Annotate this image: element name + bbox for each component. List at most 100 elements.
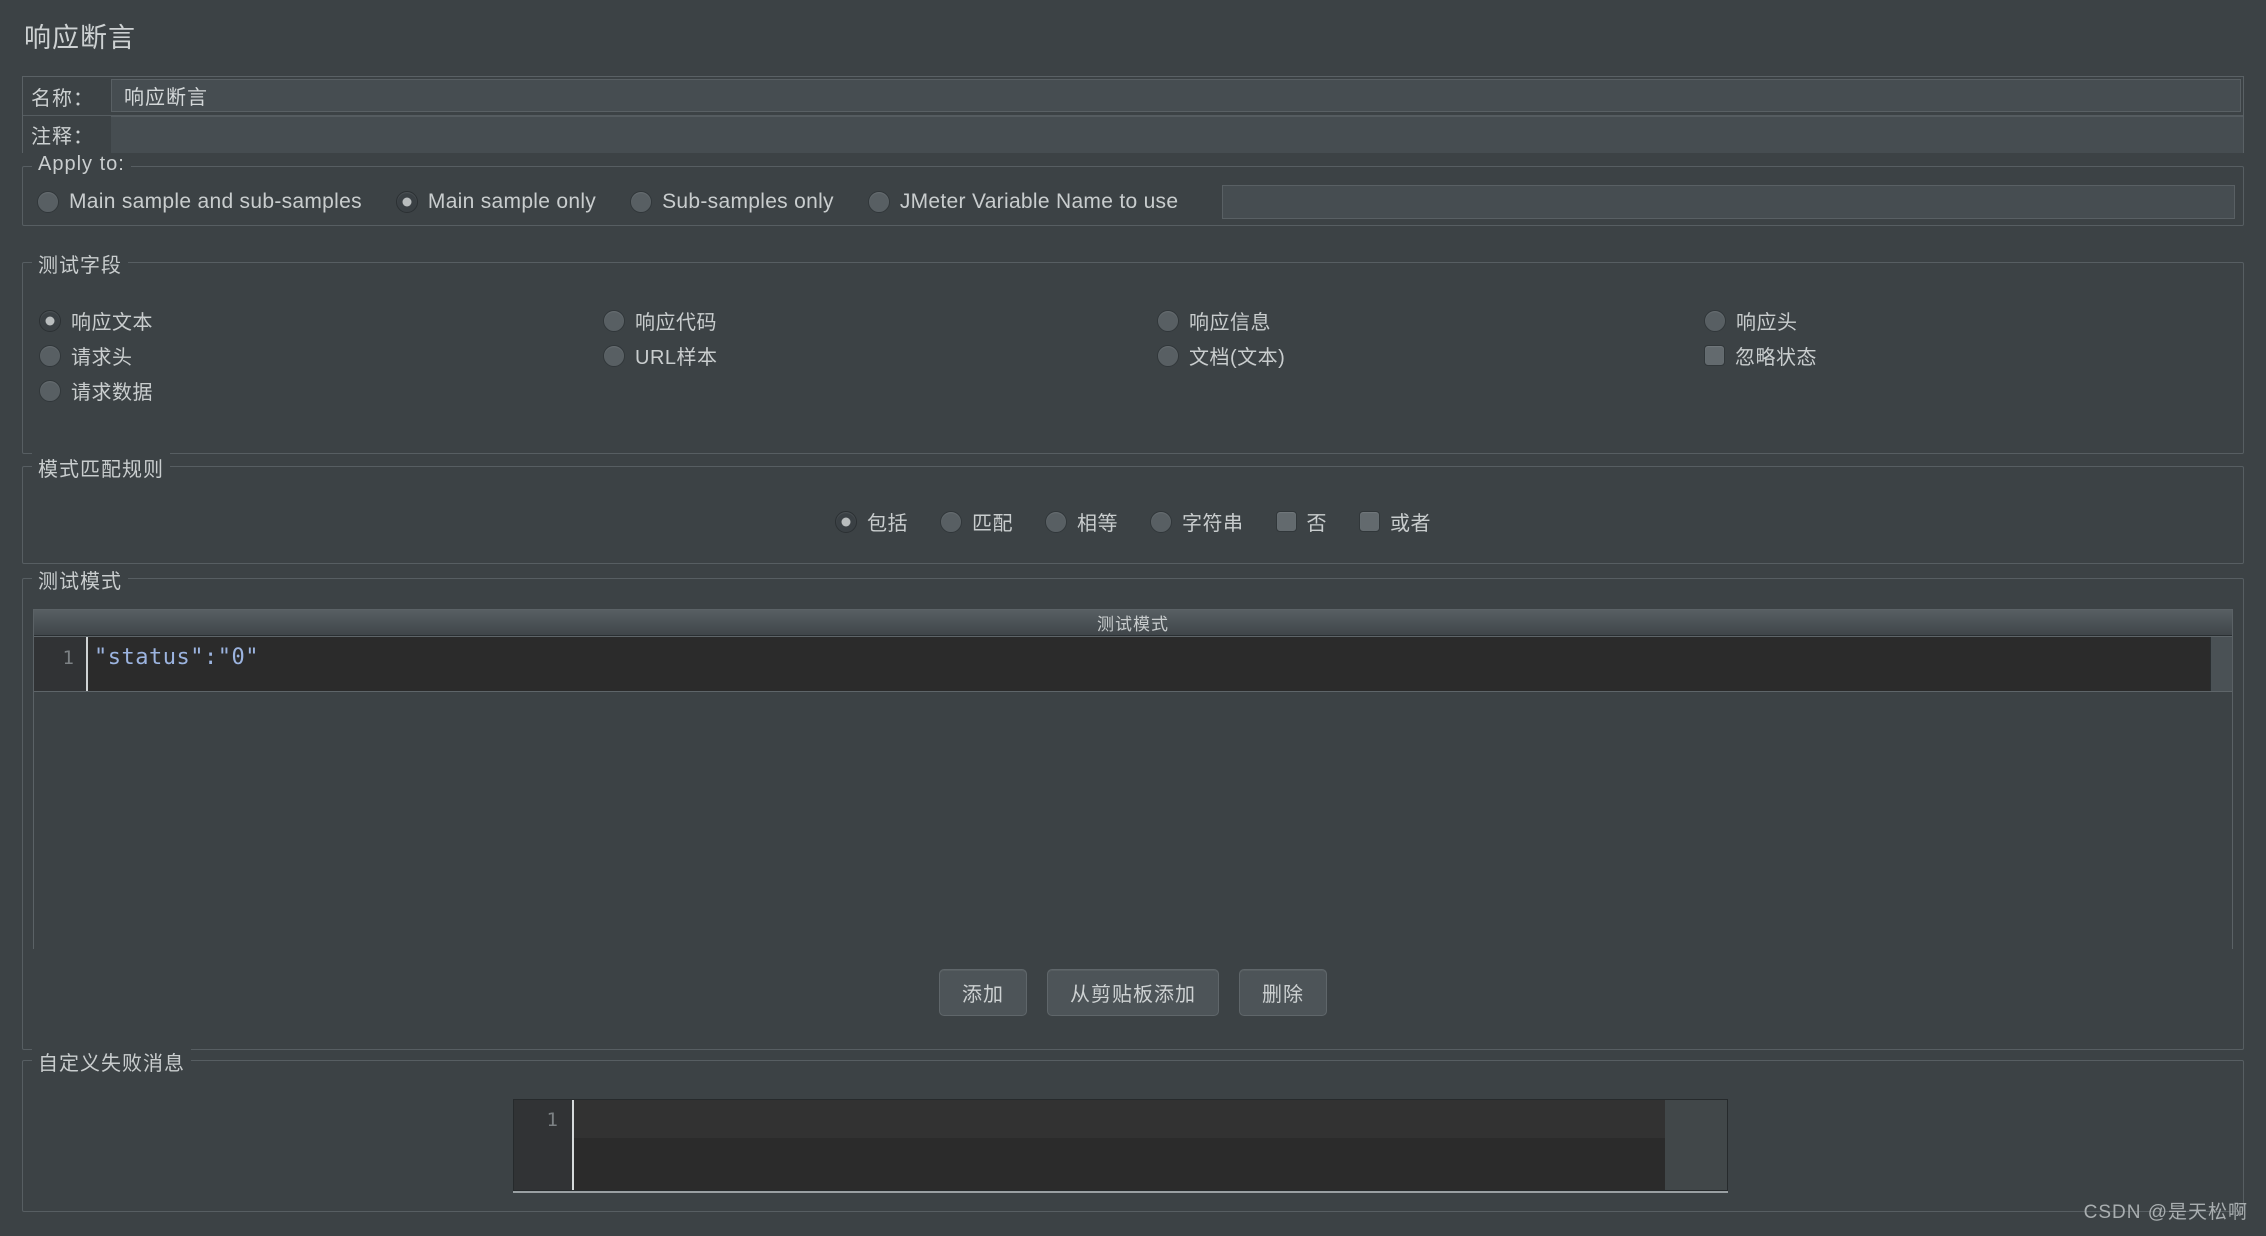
- name-row: 名称： 响应断言: [23, 77, 2243, 115]
- rule-label: 否: [1306, 513, 1327, 535]
- option-label: 响应头: [1736, 312, 1798, 334]
- failure-message-editor[interactable]: 1: [513, 1099, 1728, 1191]
- rule-substring[interactable]: 字符串: [1150, 507, 1244, 536]
- rule-label: 字符串: [1182, 513, 1244, 535]
- option-label: 请求头: [71, 347, 133, 369]
- radio-icon: [1150, 510, 1172, 533]
- grid-spacer: [589, 373, 1139, 408]
- active-line-highlight: [574, 1100, 1665, 1138]
- name-comment-block: 名称： 响应断言 注释：: [22, 76, 2244, 153]
- radio-label: Main sample only: [427, 190, 597, 213]
- rule-contains[interactable]: 包括: [835, 507, 908, 536]
- delete-button[interactable]: 删除: [1239, 969, 1327, 1016]
- rule-or[interactable]: 或者: [1359, 507, 1431, 536]
- watermark: CSDN @是天松啊: [2083, 1202, 2248, 1223]
- rule-equals[interactable]: 相等: [1045, 507, 1118, 536]
- radio-label: Sub-samples only: [662, 190, 834, 213]
- apply-to-group: Apply to: Main sample and sub-samples Ma…: [22, 153, 2244, 226]
- checkbox-icon: [1359, 511, 1380, 532]
- radio-label: Main sample and sub-samples: [69, 190, 362, 213]
- test-pattern-legend: 测试模式: [32, 565, 128, 594]
- radio-icon: [1157, 309, 1179, 332]
- radio-icon-selected: [395, 191, 418, 213]
- radio-icon: [603, 344, 625, 367]
- table-empty-area[interactable]: [34, 692, 2232, 976]
- response-assertion-panel: 响应断言 名称： 响应断言 注释： Apply to: Main sample …: [0, 0, 2266, 1236]
- radio-icon: [1704, 309, 1726, 332]
- radio-icon: [1045, 510, 1067, 533]
- vertical-scrollbar[interactable]: [2210, 637, 2232, 691]
- radio-icon: [39, 344, 61, 367]
- test-field-legend: 测试字段: [32, 249, 128, 278]
- comment-label: 注释：: [23, 116, 111, 153]
- radio-icon: [39, 379, 61, 402]
- radio-icon: [1157, 344, 1179, 367]
- option-label: URL样本: [635, 347, 718, 369]
- radio-icon: [940, 510, 962, 533]
- rule-not[interactable]: 否: [1275, 507, 1328, 536]
- table-column-header: 测试模式: [34, 610, 2232, 636]
- option-request-data[interactable]: 请求数据: [39, 373, 589, 408]
- option-request-headers[interactable]: 请求头: [39, 338, 589, 373]
- option-label: 响应文本: [71, 312, 153, 334]
- pattern-value-input[interactable]: "status":"0": [88, 637, 2210, 691]
- page-title: 响应断言: [24, 23, 136, 53]
- test-pattern-table: 测试模式 1 "status":"0": [33, 609, 2233, 976]
- radio-sub-samples-only[interactable]: Sub-samples only: [630, 190, 834, 214]
- rule-label: 匹配: [972, 513, 1013, 535]
- radio-jmeter-variable-name[interactable]: JMeter Variable Name to use: [867, 190, 1179, 214]
- comment-input[interactable]: [111, 116, 2243, 153]
- rule-label: 包括: [867, 513, 908, 535]
- add-button[interactable]: 添加: [939, 969, 1027, 1016]
- line-number: 1: [34, 637, 86, 691]
- option-label: 响应代码: [635, 312, 717, 334]
- option-label: 响应信息: [1189, 312, 1271, 334]
- name-label: 名称：: [23, 77, 111, 115]
- failure-message-group: 自定义失败消息 1: [22, 1047, 2244, 1212]
- match-rule-legend: 模式匹配规则: [32, 453, 170, 482]
- editor-right-margin: [1665, 1100, 1727, 1190]
- add-from-clipboard-button[interactable]: 从剪贴板添加: [1047, 969, 1219, 1016]
- test-pattern-group: 测试模式 测试模式 1 "status":"0" 添加 从剪贴板添加 删除: [22, 565, 2244, 1050]
- grid-spacer: [1689, 373, 2227, 408]
- option-label: 文档(文本): [1189, 347, 1286, 369]
- match-rule-options: 包括 匹配 相等 字符串 否 或者: [23, 507, 2243, 536]
- table-row[interactable]: 1 "status":"0": [34, 636, 2232, 692]
- option-label: 请求数据: [71, 382, 153, 404]
- failure-message-legend: 自定义失败消息: [32, 1047, 191, 1076]
- option-ignore-status[interactable]: 忽略状态: [1689, 338, 2227, 373]
- rule-label: 或者: [1390, 513, 1431, 535]
- option-response-code[interactable]: 响应代码: [589, 303, 1139, 338]
- test-field-group: 测试字段 响应文本 响应代码 响应信息 响应头 请求头 URL样本 文档(文本)…: [22, 249, 2244, 454]
- test-field-options: 响应文本 响应代码 响应信息 响应头 请求头 URL样本 文档(文本) 忽略状态…: [39, 303, 2227, 408]
- checkbox-icon: [1275, 511, 1297, 532]
- option-response-headers[interactable]: 响应头: [1689, 303, 2227, 338]
- apply-to-options: Main sample and sub-samples Main sample …: [37, 185, 2235, 219]
- radio-icon-selected: [835, 510, 857, 533]
- radio-label: JMeter Variable Name to use: [899, 190, 1179, 213]
- radio-icon-selected: [39, 309, 61, 332]
- radio-main-and-sub-samples[interactable]: Main sample and sub-samples: [37, 190, 362, 214]
- comment-row: 注释：: [23, 115, 2243, 153]
- option-url-sample[interactable]: URL样本: [589, 338, 1139, 373]
- checkbox-icon: [1704, 345, 1725, 366]
- option-response-message[interactable]: 响应信息: [1139, 303, 1689, 338]
- line-number: 1: [514, 1100, 572, 1190]
- grid-spacer: [1139, 373, 1689, 408]
- rule-label: 相等: [1077, 513, 1118, 535]
- option-document-text[interactable]: 文档(文本): [1139, 338, 1689, 373]
- radio-icon: [630, 191, 653, 213]
- jmeter-variable-input[interactable]: [1222, 185, 2235, 219]
- radio-icon: [37, 191, 59, 213]
- rule-matches[interactable]: 匹配: [940, 507, 1013, 536]
- name-input[interactable]: 响应断言: [111, 79, 2241, 112]
- radio-main-sample-only[interactable]: Main sample only: [395, 190, 597, 214]
- match-rule-group: 模式匹配规则 包括 匹配 相等 字符串 否 或者: [22, 453, 2244, 564]
- radio-icon: [603, 309, 625, 332]
- apply-to-legend: Apply to:: [32, 153, 131, 176]
- pattern-buttons: 添加 从剪贴板添加 删除: [23, 969, 2243, 1016]
- option-label: 忽略状态: [1735, 347, 1817, 369]
- option-response-text[interactable]: 响应文本: [39, 303, 589, 338]
- failure-message-input[interactable]: [574, 1100, 1665, 1190]
- radio-icon: [867, 191, 890, 213]
